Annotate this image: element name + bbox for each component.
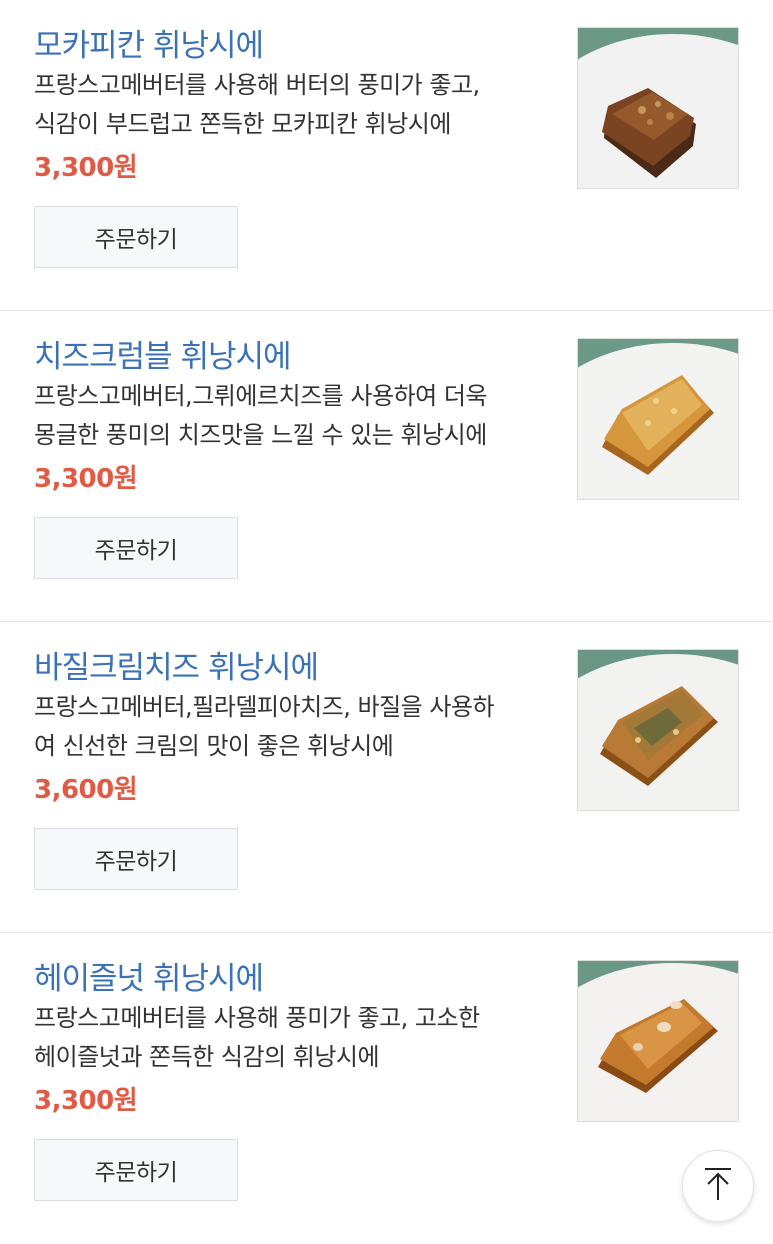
scroll-to-top-button[interactable] — [682, 1150, 754, 1222]
product-item: 모카피칸 휘낭시에 프랑스고메버터를 사용해 버터의 풍미가 좋고, 식감이 부… — [0, 0, 773, 311]
description-line: 프랑스고메버터를 사용해 버터의 풍미가 좋고, — [34, 71, 480, 99]
arrow-up-to-line-icon — [703, 1167, 733, 1205]
product-price: 3,300원 — [34, 1086, 138, 1116]
product-image[interactable] — [577, 649, 739, 811]
order-button[interactable]: 주문하기 — [34, 206, 238, 268]
description-line: 식감이 부드럽고 쫀득한 모카피칸 휘낭시에 — [34, 110, 451, 138]
description-line: 프랑스고메버터,필라델피아치즈, 바질을 사용하 — [34, 693, 495, 721]
description-line: 프랑스고메버터를 사용해 풍미가 좋고, 고소한 — [34, 1004, 480, 1032]
product-list: 모카피칸 휘낭시에 프랑스고메버터를 사용해 버터의 풍미가 좋고, 식감이 부… — [0, 0, 773, 1244]
product-price: 3,300원 — [34, 153, 138, 183]
description-line: 여 신선한 크림의 맛이 좋은 휘낭시에 — [34, 732, 394, 760]
product-name[interactable]: 바질크림치즈 휘낭시에 — [34, 642, 319, 687]
product-description: 프랑스고메버터,필라델피아치즈, 바질을 사용하 여 신선한 크림의 맛이 좋은… — [34, 688, 544, 766]
product-image[interactable] — [577, 960, 739, 1122]
product-item: 치즈크럼블 휘낭시에 프랑스고메버터,그뤼에르치즈를 사용하여 더욱 몽글한 풍… — [0, 311, 773, 622]
product-price: 3,300원 — [34, 464, 138, 494]
product-name[interactable]: 모카피칸 휘낭시에 — [34, 20, 264, 65]
description-line: 프랑스고메버터,그뤼에르치즈를 사용하여 더욱 — [34, 382, 488, 410]
description-line: 몽글한 풍미의 치즈맛을 느낄 수 있는 휘낭시에 — [34, 421, 487, 449]
order-button[interactable]: 주문하기 — [34, 1139, 238, 1201]
product-image[interactable] — [577, 338, 739, 500]
product-description: 프랑스고메버터를 사용해 풍미가 좋고, 고소한 헤이즐넛과 쫀득한 식감의 휘… — [34, 999, 544, 1077]
description-line: 헤이즐넛과 쫀득한 식감의 휘낭시에 — [34, 1043, 380, 1071]
order-button[interactable]: 주문하기 — [34, 828, 238, 890]
product-name[interactable]: 헤이즐넛 휘낭시에 — [34, 953, 264, 998]
product-name[interactable]: 치즈크럼블 휘낭시에 — [34, 331, 292, 376]
product-image[interactable] — [577, 27, 739, 189]
product-description: 프랑스고메버터를 사용해 버터의 풍미가 좋고, 식감이 부드럽고 쫀득한 모카… — [34, 66, 544, 144]
order-button[interactable]: 주문하기 — [34, 517, 238, 579]
product-price: 3,600원 — [34, 775, 138, 805]
product-item: 헤이즐넛 휘낭시에 프랑스고메버터를 사용해 풍미가 좋고, 고소한 헤이즐넛과… — [0, 933, 773, 1244]
product-description: 프랑스고메버터,그뤼에르치즈를 사용하여 더욱 몽글한 풍미의 치즈맛을 느낄 … — [34, 377, 544, 455]
product-item: 바질크림치즈 휘낭시에 프랑스고메버터,필라델피아치즈, 바질을 사용하 여 신… — [0, 622, 773, 933]
